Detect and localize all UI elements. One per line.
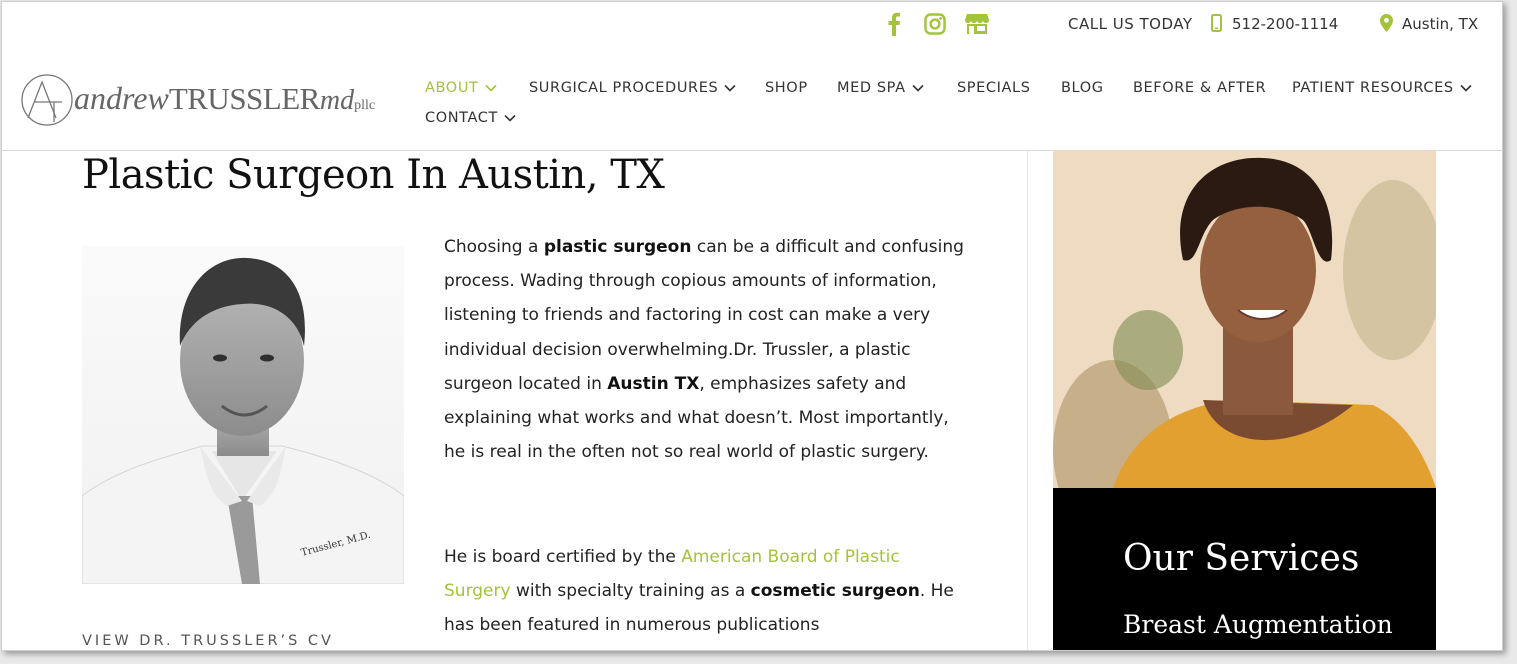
nav-med-spa[interactable]: MED SPA — [837, 80, 924, 96]
nav-specials[interactable]: SPECIALS — [957, 80, 1031, 96]
nav-before-after-label: BEFORE & AFTER — [1133, 80, 1267, 96]
services-heading: Our Services — [1123, 538, 1360, 579]
site-header: andrewTRUSSLERmdpllc ABOUT SURGICAL PROC… — [2, 48, 1502, 151]
portrait-image: Trussler, M.D. — [82, 257, 404, 584]
instagram-icon[interactable] — [923, 12, 947, 36]
service-breast-augmentation[interactable]: Breast Augmentation — [1123, 610, 1393, 639]
intro-paragraph: Choosing a plastic surgeon can be a diff… — [444, 230, 964, 469]
chevron-down-icon — [724, 84, 736, 92]
nav-blog-label: BLOG — [1061, 80, 1104, 96]
facebook-icon[interactable] — [882, 12, 906, 36]
nav-patient-resources[interactable]: PATIENT RESOURCES — [1292, 80, 1472, 96]
nav-patient-label: PATIENT RESOURCES — [1292, 80, 1454, 96]
p2-text-a: He is board certified by the — [444, 547, 682, 567]
chevron-down-icon — [1460, 84, 1472, 92]
page-title: Plastic Surgeon In Austin, TX — [82, 152, 665, 198]
logo-wordmark: andrewTRUSSLERmdpllc — [74, 80, 376, 116]
nav-surgical-label: SURGICAL PROCEDURES — [529, 80, 719, 96]
nav-shop[interactable]: SHOP — [765, 80, 808, 96]
nav-specials-label: SPECIALS — [957, 80, 1031, 96]
p2-text-b: with specialty training as a — [510, 581, 751, 602]
p2-bold-cosmetic-surgeon: cosmetic surgeon — [750, 581, 920, 602]
p1-text-a: Choosing a — [444, 237, 544, 257]
nav-contact-label: CONTACT — [425, 110, 498, 126]
nav-shop-label: SHOP — [765, 80, 808, 96]
browser-page: CALL US TODAY 512-200-1114 Austin, TX an… — [1, 1, 1503, 651]
nav-contact[interactable]: CONTACT — [425, 110, 516, 126]
store-icon[interactable] — [965, 12, 989, 36]
view-cv-link[interactable]: VIEW DR. TRUSSLER’S CV — [82, 633, 334, 649]
doctor-portrait: Trussler, M.D. — [82, 246, 404, 584]
p1-text-c: can be a difficult and confusing process… — [444, 237, 964, 394]
credentials-paragraph: He is board certified by the American Bo… — [444, 540, 964, 643]
call-us-label: CALL US TODAY — [1068, 15, 1193, 33]
chevron-down-icon — [912, 84, 924, 92]
chevron-down-icon — [504, 114, 516, 122]
mobile-phone-icon — [1211, 14, 1222, 36]
nav-surgical-procedures[interactable]: SURGICAL PROCEDURES — [529, 80, 736, 96]
p1-bold-plastic-surgeon: plastic surgeon — [543, 237, 692, 257]
monogram-icon — [21, 74, 73, 126]
nav-about[interactable]: ABOUT — [425, 80, 497, 96]
sidebar-hero-image — [1053, 150, 1436, 488]
p1-bold-austin: Austin TX — [607, 373, 700, 394]
chevron-down-icon — [484, 84, 497, 92]
column-divider — [1027, 150, 1028, 650]
nav-before-after[interactable]: BEFORE & AFTER — [1133, 80, 1266, 96]
services-panel: Our Services Breast Augmentation — [1053, 488, 1436, 650]
model-photo — [1053, 150, 1436, 488]
nav-medspa-label: MED SPA — [837, 80, 906, 96]
phone-link[interactable]: 512-200-1114 — [1232, 15, 1338, 33]
nav-blog[interactable]: BLOG — [1061, 80, 1104, 96]
top-contact-bar: CALL US TODAY 512-200-1114 Austin, TX — [2, 2, 1502, 48]
site-logo[interactable]: andrewTRUSSLERmdpllc — [20, 72, 390, 128]
location-link[interactable]: Austin, TX — [1402, 15, 1478, 33]
nav-about-label: ABOUT — [425, 80, 479, 96]
map-pin-icon — [1380, 14, 1393, 36]
